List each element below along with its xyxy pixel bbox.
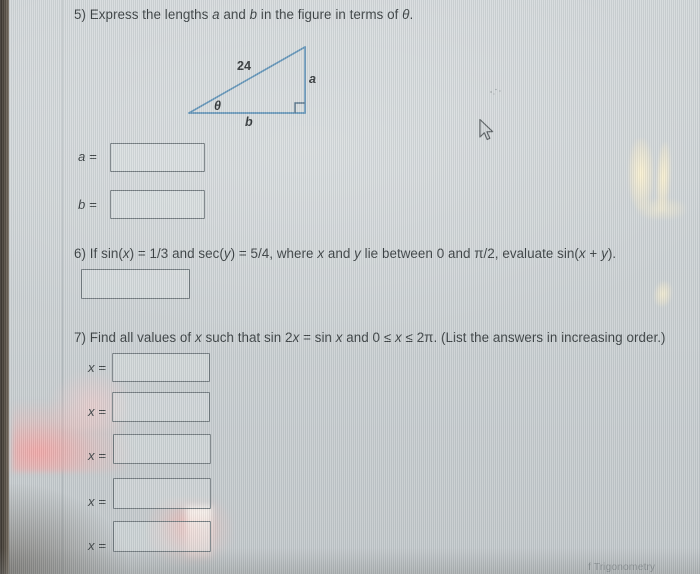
figure-hypotenuse-label: 24	[237, 59, 252, 73]
screen-dust-speck	[489, 88, 503, 95]
answer-input-x-1[interactable]	[112, 353, 210, 382]
answer-input-x-2[interactable]	[112, 392, 210, 422]
answer-input-b[interactable]	[110, 190, 205, 219]
figure-vertical-leg-label: a	[309, 72, 317, 86]
photographed-screen: 5) Express the lengths a and b in the fi…	[0, 0, 700, 574]
question-7-text: 7) Find all values of x such that sin 2x…	[74, 330, 666, 345]
q5-var-a: a	[212, 7, 220, 22]
q5-period: .	[409, 7, 414, 22]
answer-input-a[interactable]	[110, 143, 205, 172]
answer-input-x-5[interactable]	[113, 521, 211, 552]
answer-label-b: b =	[78, 197, 97, 212]
answer-label-x-1: x =	[88, 360, 106, 375]
answer-input-x-4[interactable]	[113, 478, 211, 509]
worksheet-content: 5) Express the lengths a and b in the fi…	[0, 0, 700, 574]
question-5-text: 5) Express the lengths a and b in the fi…	[74, 6, 413, 23]
mouse-cursor-icon	[479, 118, 494, 141]
answer-label-x-2: x =	[88, 404, 106, 419]
figure-horizontal-leg-label: b	[245, 115, 253, 129]
q5-text-after: in the figure in terms of	[257, 7, 403, 22]
cropped-footer-text: f Trigonometry	[588, 561, 656, 573]
answer-input-x-3[interactable]	[113, 434, 211, 464]
figure-angle-theta-label: θ	[214, 99, 222, 113]
triangle-hypotenuse-line	[188, 46, 306, 114]
q5-text-mid: and	[219, 7, 250, 22]
question-6-text: 6) If sin(x) = 1/3 and sec(y) = 5/4, whe…	[74, 246, 617, 261]
right-triangle-figure	[188, 46, 306, 114]
q5-text-before: 5) Express the lengths	[74, 7, 213, 22]
answer-label-x-4: x =	[88, 494, 106, 509]
right-angle-marker-icon	[294, 102, 305, 113]
answer-label-x-3: x =	[88, 448, 106, 463]
answer-label-a: a =	[78, 149, 97, 164]
answer-label-x-5: x =	[88, 538, 106, 553]
answer-input-q6[interactable]	[81, 269, 190, 299]
